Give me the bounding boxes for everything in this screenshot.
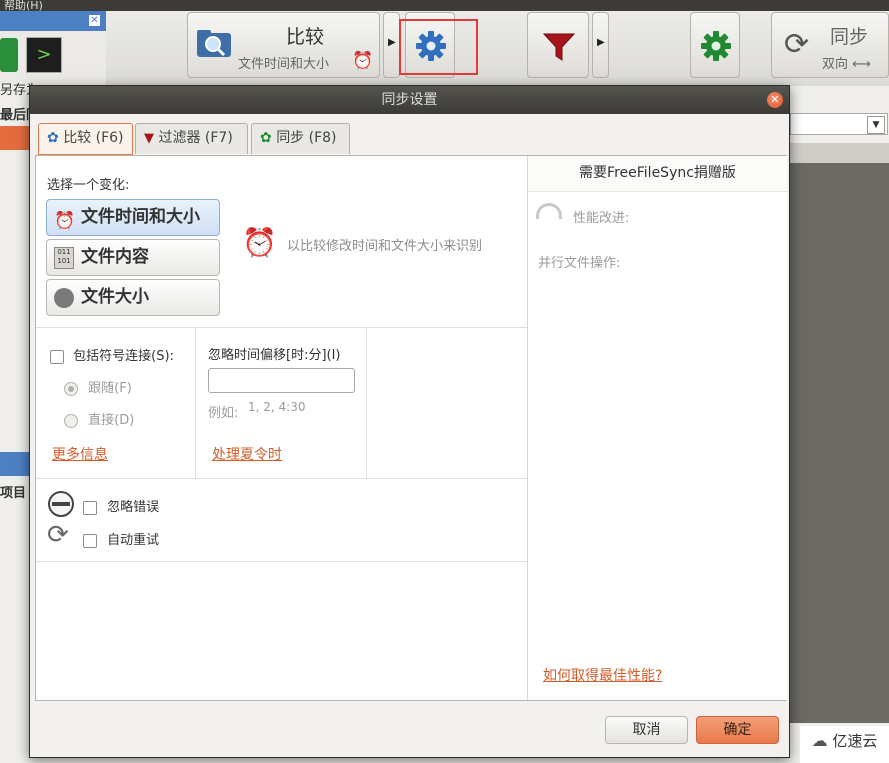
chevron-down-icon: ▼ bbox=[867, 116, 885, 134]
variant-content-button[interactable]: 011 101 文件内容 bbox=[46, 239, 220, 276]
binary-file-icon: 011 101 bbox=[54, 247, 74, 269]
items-label: 项目 bbox=[0, 486, 27, 501]
variant-time-size-label: 文件时间和大小 bbox=[81, 207, 200, 227]
variant-description: 以比较修改时间和文件大小来识别 bbox=[287, 239, 483, 254]
background-grid-header bbox=[790, 143, 889, 163]
menubar: 帮助(H) bbox=[0, 0, 889, 11]
tab-compare-label: 比较 (F6) bbox=[63, 130, 124, 146]
tab-content-compare: 选择一个变化: ⏰ 文件时间和大小 011 101 文件内容 文件大小 ⏰ 以比较… bbox=[35, 155, 787, 701]
divider bbox=[36, 478, 527, 479]
sync-settings-button[interactable] bbox=[690, 12, 740, 78]
time-shift-input[interactable] bbox=[208, 368, 355, 393]
close-icon[interactable]: ✕ bbox=[767, 92, 783, 108]
symlink-checkbox[interactable] bbox=[50, 349, 64, 364]
divider bbox=[366, 328, 367, 478]
auto-retry-icon: ⟳ bbox=[47, 520, 69, 550]
main-toolbar: 比较 文件时间和大小 ⏰ ▶ ▶ ⟳ 同步 双向 ⟷ bbox=[0, 11, 889, 87]
compare-dropdown-arrow[interactable]: ▶ bbox=[383, 12, 400, 78]
panel-header-strip bbox=[0, 452, 30, 476]
green-gear-small-icon: ✿ bbox=[260, 130, 272, 146]
divider bbox=[36, 327, 527, 328]
blue-gear-small-icon: ✿ bbox=[47, 130, 59, 146]
background-combobox[interactable]: ▼ bbox=[790, 113, 888, 135]
ignore-errors-icon bbox=[48, 491, 74, 517]
dialog-title: 同步设置 bbox=[381, 92, 438, 108]
variant-time-size-button[interactable]: ⏰ 文件时间和大小 bbox=[46, 199, 220, 236]
compare-sublabel: 文件时间和大小 bbox=[238, 57, 330, 72]
ignore-errors-label: 忽略错误 bbox=[107, 500, 160, 515]
variant-size-button[interactable]: 文件大小 bbox=[46, 279, 220, 316]
open-config-icon[interactable] bbox=[0, 38, 18, 72]
filter-button[interactable] bbox=[527, 12, 589, 78]
time-shift-label: 忽略时间偏移[时:分](I) bbox=[208, 348, 341, 363]
tab-filter-label: 过滤器 (F7) bbox=[158, 130, 233, 146]
panel-close-icon[interactable]: ✕ bbox=[89, 15, 100, 26]
background-grid bbox=[790, 163, 889, 723]
cloud-logo-icon: ☁ bbox=[811, 731, 828, 750]
direct-radio[interactable] bbox=[64, 413, 78, 428]
direct-label: 直接(D) bbox=[88, 413, 135, 428]
compare-label: 比较 bbox=[286, 26, 325, 48]
sync-settings-dialog: 同步设置 ✕ ✿ 比较 (F6) ▼ 过滤器 (F7) ✿ 同步 (F8) 选择… bbox=[29, 85, 790, 758]
large-clock-icon: ⏰ bbox=[242, 226, 277, 259]
auto-retry-option[interactable]: 自动重试 bbox=[83, 529, 159, 548]
performance-label: 性能改进: bbox=[573, 211, 630, 226]
dst-link[interactable]: 处理夏令时 bbox=[212, 444, 282, 464]
green-gear-icon bbox=[700, 30, 732, 66]
follow-label: 跟随(F) bbox=[88, 381, 132, 396]
variant-size-label: 文件大小 bbox=[81, 287, 149, 307]
more-info-link[interactable]: 更多信息 bbox=[52, 444, 108, 464]
example-label: 例如: bbox=[208, 406, 239, 421]
cancel-button[interactable]: 取消 bbox=[605, 716, 688, 744]
ignore-errors-checkbox[interactable] bbox=[83, 500, 97, 515]
file-size-icon bbox=[54, 288, 74, 308]
best-performance-link[interactable]: 如何取得最佳性能? bbox=[543, 665, 662, 685]
highlight-box bbox=[399, 19, 478, 75]
watermark: ☁ 亿速云 bbox=[800, 726, 889, 763]
left-panel-header: ✕ bbox=[0, 11, 106, 31]
follow-radio[interactable] bbox=[64, 381, 78, 396]
tab-sync[interactable]: ✿ 同步 (F8) bbox=[251, 123, 350, 154]
compare-folder-icon bbox=[196, 27, 234, 65]
parallel-ops-label: 并行文件操作: bbox=[538, 256, 621, 271]
speedometer-icon bbox=[536, 203, 562, 219]
ignore-errors-option[interactable]: 忽略错误 bbox=[83, 496, 159, 515]
selected-config-row[interactable] bbox=[0, 126, 30, 150]
divider bbox=[195, 328, 196, 478]
divider bbox=[36, 561, 527, 562]
tab-sync-label: 同步 (F8) bbox=[276, 130, 337, 146]
tab-filter[interactable]: ▼ 过滤器 (F7) bbox=[135, 123, 248, 154]
example-value: 1, 2, 4:30 bbox=[248, 400, 306, 414]
ok-button[interactable]: 确定 bbox=[696, 716, 779, 744]
filter-small-icon: ▼ bbox=[144, 131, 154, 146]
auto-retry-checkbox[interactable] bbox=[83, 533, 97, 548]
watermark-text: 亿速云 bbox=[832, 732, 878, 750]
clock-icon: ⏰ bbox=[54, 211, 76, 231]
direct-option[interactable]: 直接(D) bbox=[64, 409, 134, 428]
compare-button[interactable]: 比较 文件时间和大小 ⏰ bbox=[187, 12, 380, 78]
sync-button[interactable]: ⟳ 同步 双向 ⟷ bbox=[771, 12, 889, 78]
auto-retry-label: 自动重试 bbox=[107, 533, 160, 548]
sync-label: 同步 bbox=[830, 26, 869, 48]
clock-icon: ⏰ bbox=[352, 51, 374, 71]
donation-info-pane: 需要FreeFileSync捐赠版 性能改进: 并行文件操作: 如何取得最佳性能… bbox=[527, 156, 787, 700]
symlink-option[interactable]: 包括符号连接(S): bbox=[50, 345, 174, 364]
filter-icon bbox=[542, 30, 576, 68]
menu-help[interactable]: 帮助(H) bbox=[4, 0, 43, 11]
variant-heading: 选择一个变化: bbox=[47, 178, 130, 193]
sync-sublabel: 双向 ⟷ bbox=[822, 57, 871, 72]
donation-header: 需要FreeFileSync捐赠版 bbox=[528, 156, 787, 192]
save-config-icon[interactable]: > bbox=[26, 37, 62, 73]
dialog-titlebar: 同步设置 ✕ bbox=[30, 86, 789, 114]
sync-arrows-icon: ⟳ bbox=[784, 27, 810, 62]
left-panel: > bbox=[0, 31, 106, 86]
symlink-label: 包括符号连接(S): bbox=[73, 349, 174, 364]
tab-compare[interactable]: ✿ 比较 (F6) bbox=[38, 123, 133, 155]
filter-dropdown-arrow[interactable]: ▶ bbox=[592, 12, 609, 78]
follow-option[interactable]: 跟随(F) bbox=[64, 377, 132, 396]
variant-content-label: 文件内容 bbox=[81, 247, 149, 267]
